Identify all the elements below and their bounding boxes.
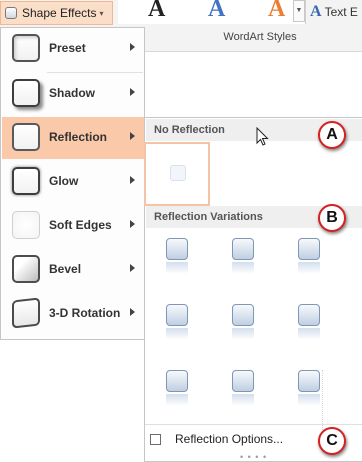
reflection-options-item[interactable]: Reflection Options...	[150, 432, 283, 446]
shape-effects-menu: Preset Shadow Reflection Glow Soft Edges…	[0, 27, 145, 340]
callout-a: A	[318, 121, 346, 149]
reflection-variation-9[interactable]	[298, 370, 320, 406]
text-effects-label: Text E	[324, 5, 358, 19]
menu-item-reflection[interactable]: Reflection	[2, 117, 144, 159]
menu-item-label: Shadow	[49, 86, 96, 100]
chevron-right-icon	[130, 88, 135, 96]
menu-item-label: Preset	[49, 41, 86, 55]
soft-edges-effect-icon	[12, 211, 40, 239]
mouse-cursor-icon	[256, 127, 269, 146]
reflection-variation-7[interactable]	[166, 370, 188, 406]
text-effects-button[interactable]: A Text E	[310, 3, 358, 21]
reflection-variation-8[interactable]	[232, 370, 254, 406]
menu-item-bevel[interactable]: Bevel	[2, 249, 144, 291]
chevron-right-icon	[130, 220, 135, 228]
wordart-styles-group-label: WordArt Styles	[223, 31, 297, 43]
menu-item-label: Soft Edges	[49, 218, 112, 232]
shape-effects-button[interactable]: Shape Effects ▾	[0, 1, 113, 25]
3d-rotation-effect-icon	[12, 297, 40, 329]
reflection-variation-4[interactable]	[166, 304, 188, 340]
preset-effect-icon	[12, 34, 40, 62]
menu-item-label: Glow	[49, 174, 79, 188]
no-reflection-option[interactable]	[144, 142, 210, 206]
menu-divider	[145, 424, 362, 425]
menu-item-preset[interactable]: Preset	[2, 28, 144, 70]
chevron-right-icon	[130, 132, 135, 140]
shape-effects-label: Shape Effects	[22, 6, 97, 20]
menu-item-shadow[interactable]: Shadow	[2, 73, 144, 115]
menu-item-glow[interactable]: Glow	[2, 161, 144, 203]
wordart-styles-gallery: A A A	[118, 0, 306, 24]
reflection-variation-6[interactable]	[298, 304, 320, 340]
callout-b: B	[318, 204, 346, 232]
reflection-variation-1[interactable]	[166, 238, 188, 274]
glow-effect-icon	[12, 167, 40, 195]
reflection-variation-5[interactable]	[232, 304, 254, 340]
menu-item-label: Reflection	[49, 130, 108, 144]
menu-item-soft-edges[interactable]: Soft Edges	[2, 205, 144, 247]
bevel-effect-icon	[12, 255, 40, 283]
wordart-style-2[interactable]: A	[208, 0, 225, 23]
chevron-right-icon	[130, 264, 135, 272]
gallery-more-button[interactable]: ▼	[293, 0, 305, 22]
chevron-right-icon	[130, 308, 135, 316]
text-effects-icon: A	[310, 3, 322, 20]
no-reflection-preview-icon	[170, 165, 186, 181]
reflection-options-label: Reflection Options...	[175, 432, 284, 446]
resize-grip-icon[interactable]: • • • •	[240, 452, 267, 462]
wordart-style-1[interactable]: A	[148, 0, 165, 23]
callout-c: C	[318, 427, 346, 455]
reflection-variation-3[interactable]	[298, 238, 320, 274]
shape-effects-icon	[5, 7, 17, 19]
reflection-variation-2[interactable]	[232, 238, 254, 274]
reflection-options-icon	[150, 433, 161, 445]
chevron-right-icon	[130, 43, 135, 51]
menu-item-3d-rotation[interactable]: 3-D Rotation	[2, 293, 144, 335]
menu-item-label: 3-D Rotation	[49, 306, 121, 320]
shadow-effect-icon	[12, 79, 40, 107]
chevron-down-icon: ▾	[99, 8, 104, 18]
chevron-right-icon	[130, 176, 135, 184]
wordart-style-3[interactable]: A	[268, 0, 285, 23]
reflection-effect-icon	[12, 123, 40, 151]
menu-item-label: Bevel	[49, 262, 82, 276]
